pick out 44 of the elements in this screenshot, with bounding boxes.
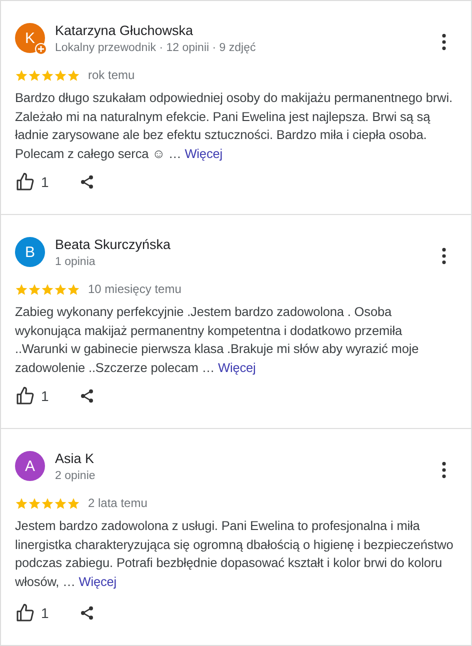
reviewer-name[interactable]: Asia K: [55, 449, 431, 468]
star-icon: [15, 282, 28, 296]
review-date: 2 lata temu: [88, 496, 148, 510]
star-icon: [15, 68, 28, 82]
more-link[interactable]: Więcej: [78, 574, 117, 588]
review-text: Zabieg wykonany perfekcyjnie .Jestem bardzo zadowolona . Osoba wykonująca makijaż permanentny kompetentna i dodatkowo przemiła ..Warunki w gabinecie pierwsza klasa .Brakuje mi słów aby wyrazić moje zadowolenie ..Szczerze polecam … Więcej: [15, 303, 420, 377]
more-options-icon[interactable]: [441, 33, 447, 51]
thumbs-up-icon: [15, 603, 35, 623]
star-icon: [28, 68, 41, 82]
reviewer-meta: Lokalny przewodnik · 12 opinii · 9 zdjęć: [55, 41, 257, 56]
star-icon: [41, 282, 54, 296]
more-link[interactable]: Więcej: [218, 360, 256, 374]
star-icon: [28, 496, 41, 510]
reviewer-name[interactable]: Katarzyna Głuchowska: [55, 21, 431, 40]
star-icon: [54, 282, 67, 296]
share-icon[interactable]: [78, 388, 95, 404]
star-icon: [28, 282, 41, 296]
more-options-icon[interactable]: [441, 461, 447, 479]
star-icon: [41, 68, 54, 82]
like-button[interactable]: 1: [15, 386, 49, 406]
star-icon: [67, 496, 80, 510]
star-icon: [41, 496, 54, 510]
reviewer-name[interactable]: Beata Skurczyńska: [55, 235, 431, 254]
star-icon: [54, 68, 67, 82]
reviewer-meta: 2 opinie: [55, 469, 96, 484]
star-icon: [15, 496, 28, 510]
more-link[interactable]: Więcej: [184, 146, 223, 160]
share-icon[interactable]: [78, 605, 95, 621]
avatar[interactable]: A: [15, 451, 45, 481]
avatar[interactable]: B: [15, 237, 45, 267]
star-icon: [54, 496, 67, 510]
review-text: Jestem bardzo zadowolona z usługi. Pani Ewelina to profesjonalna i miła linergistka charakteryzująca się ogromną dbałością o higienę i bezpieczeństwo podczas zabiegu. Potrafi bezbłędnie dopasować kształt i kolor brwi do koloru włosów, … Więcej: [15, 517, 454, 591]
like-button[interactable]: 1: [15, 172, 49, 192]
reviewer-meta: 1 opinia: [55, 255, 96, 270]
star-icon: [67, 282, 80, 296]
like-button[interactable]: 1: [15, 603, 49, 623]
review-text: Bardzo długo szukałam odpowiedniej osoby do makijażu permanentnego brwi. Zależało mi na naturalnym efekcie. Pani Ewelina jest najlepsza. Brwi są są ładnie zarysowane ale bez efektu sztuczności. Bardzo miła i ciepła osoba. Polecam z całego serca ☺ … Więcej: [15, 89, 454, 163]
review-date: 10 miesięcy temu: [88, 282, 182, 296]
more-options-icon[interactable]: [441, 247, 447, 265]
review-date: rok temu: [88, 68, 135, 82]
thumbs-up-icon: [15, 172, 35, 192]
star-icon: [67, 68, 80, 82]
thumbs-up-icon: [15, 386, 35, 406]
share-icon[interactable]: [78, 174, 95, 190]
